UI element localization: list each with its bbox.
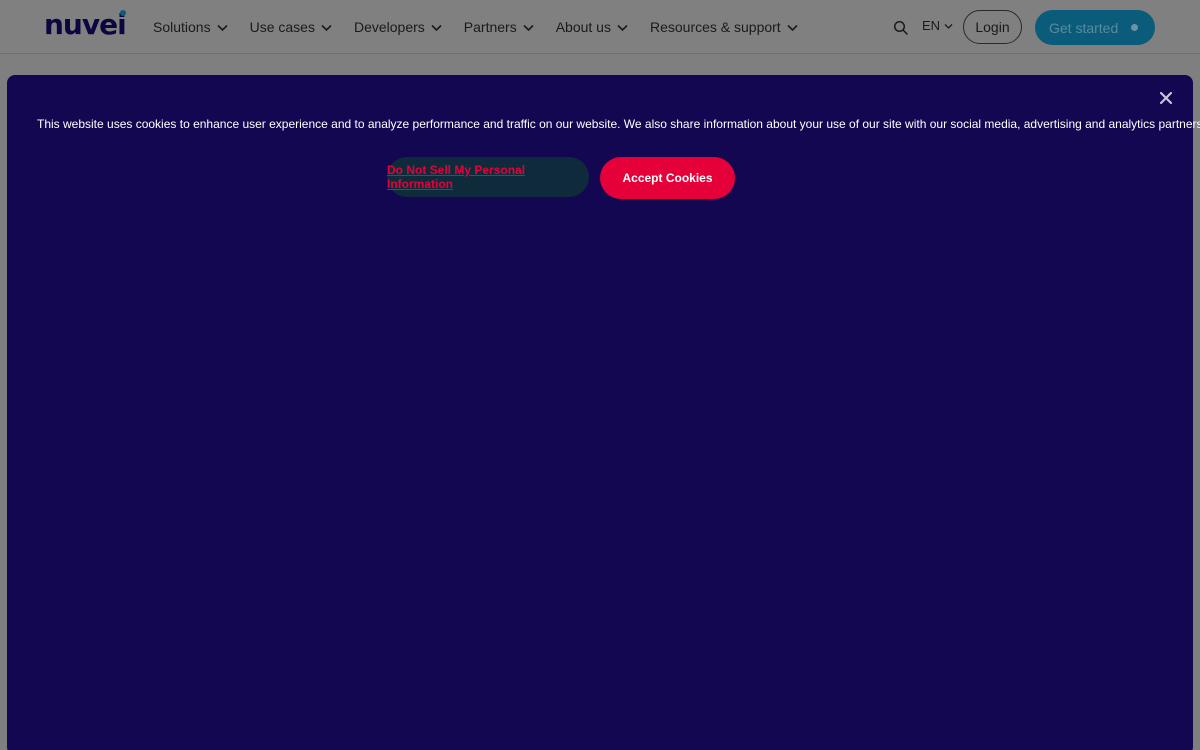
nav-label: Solutions [153,19,211,35]
chevron-down-icon [617,24,628,32]
logo-text: nuvei [44,8,127,41]
login-button[interactable]: Login [963,10,1022,44]
cookie-banner: This website uses cookies to enhance use… [7,75,1200,750]
nav-item-developers[interactable]: Developers [354,19,442,35]
language-selector[interactable]: EN [922,18,953,33]
logo-dot [119,10,126,16]
cookie-message: This website uses cookies to enhance use… [37,117,1200,131]
nuvei-logo[interactable]: nuvei [44,8,127,41]
get-started-label: Get started [1049,19,1119,36]
do-not-sell-button[interactable]: Do Not Sell My Personal Information [387,157,589,197]
get-started-dot [1131,24,1138,31]
nav-item-use-cases[interactable]: Use cases [250,19,332,35]
chevron-down-icon [217,24,228,32]
nav-item-solutions[interactable]: Solutions [153,19,228,35]
close-icon[interactable] [1158,90,1174,106]
nav-label: About us [555,19,611,35]
chevron-down-icon [321,24,332,32]
accept-cookies-button[interactable]: Accept Cookies [600,157,735,199]
language-label: EN [922,18,941,33]
nav-label: Developers [353,19,425,35]
nav-item-resources-support[interactable]: Resources & support [650,19,798,35]
get-started-button[interactable]: Get started [1035,10,1155,45]
chevron-down-icon [431,24,442,32]
chevron-down-icon [787,24,798,32]
main-nav: Solutions Use cases Developers Partners … [153,0,820,54]
nav-label: Use cases [249,19,315,35]
nav-item-about-us[interactable]: About us [556,19,628,35]
site-header: nuvei Solutions Use cases Developers Par… [0,0,1200,54]
nav-label: Resources & support [649,19,781,35]
nav-label: Partners [463,19,517,35]
search-icon[interactable] [893,20,909,36]
chevron-down-icon [523,24,534,32]
chevron-down-icon [944,24,953,29]
nav-item-partners[interactable]: Partners [464,19,534,35]
